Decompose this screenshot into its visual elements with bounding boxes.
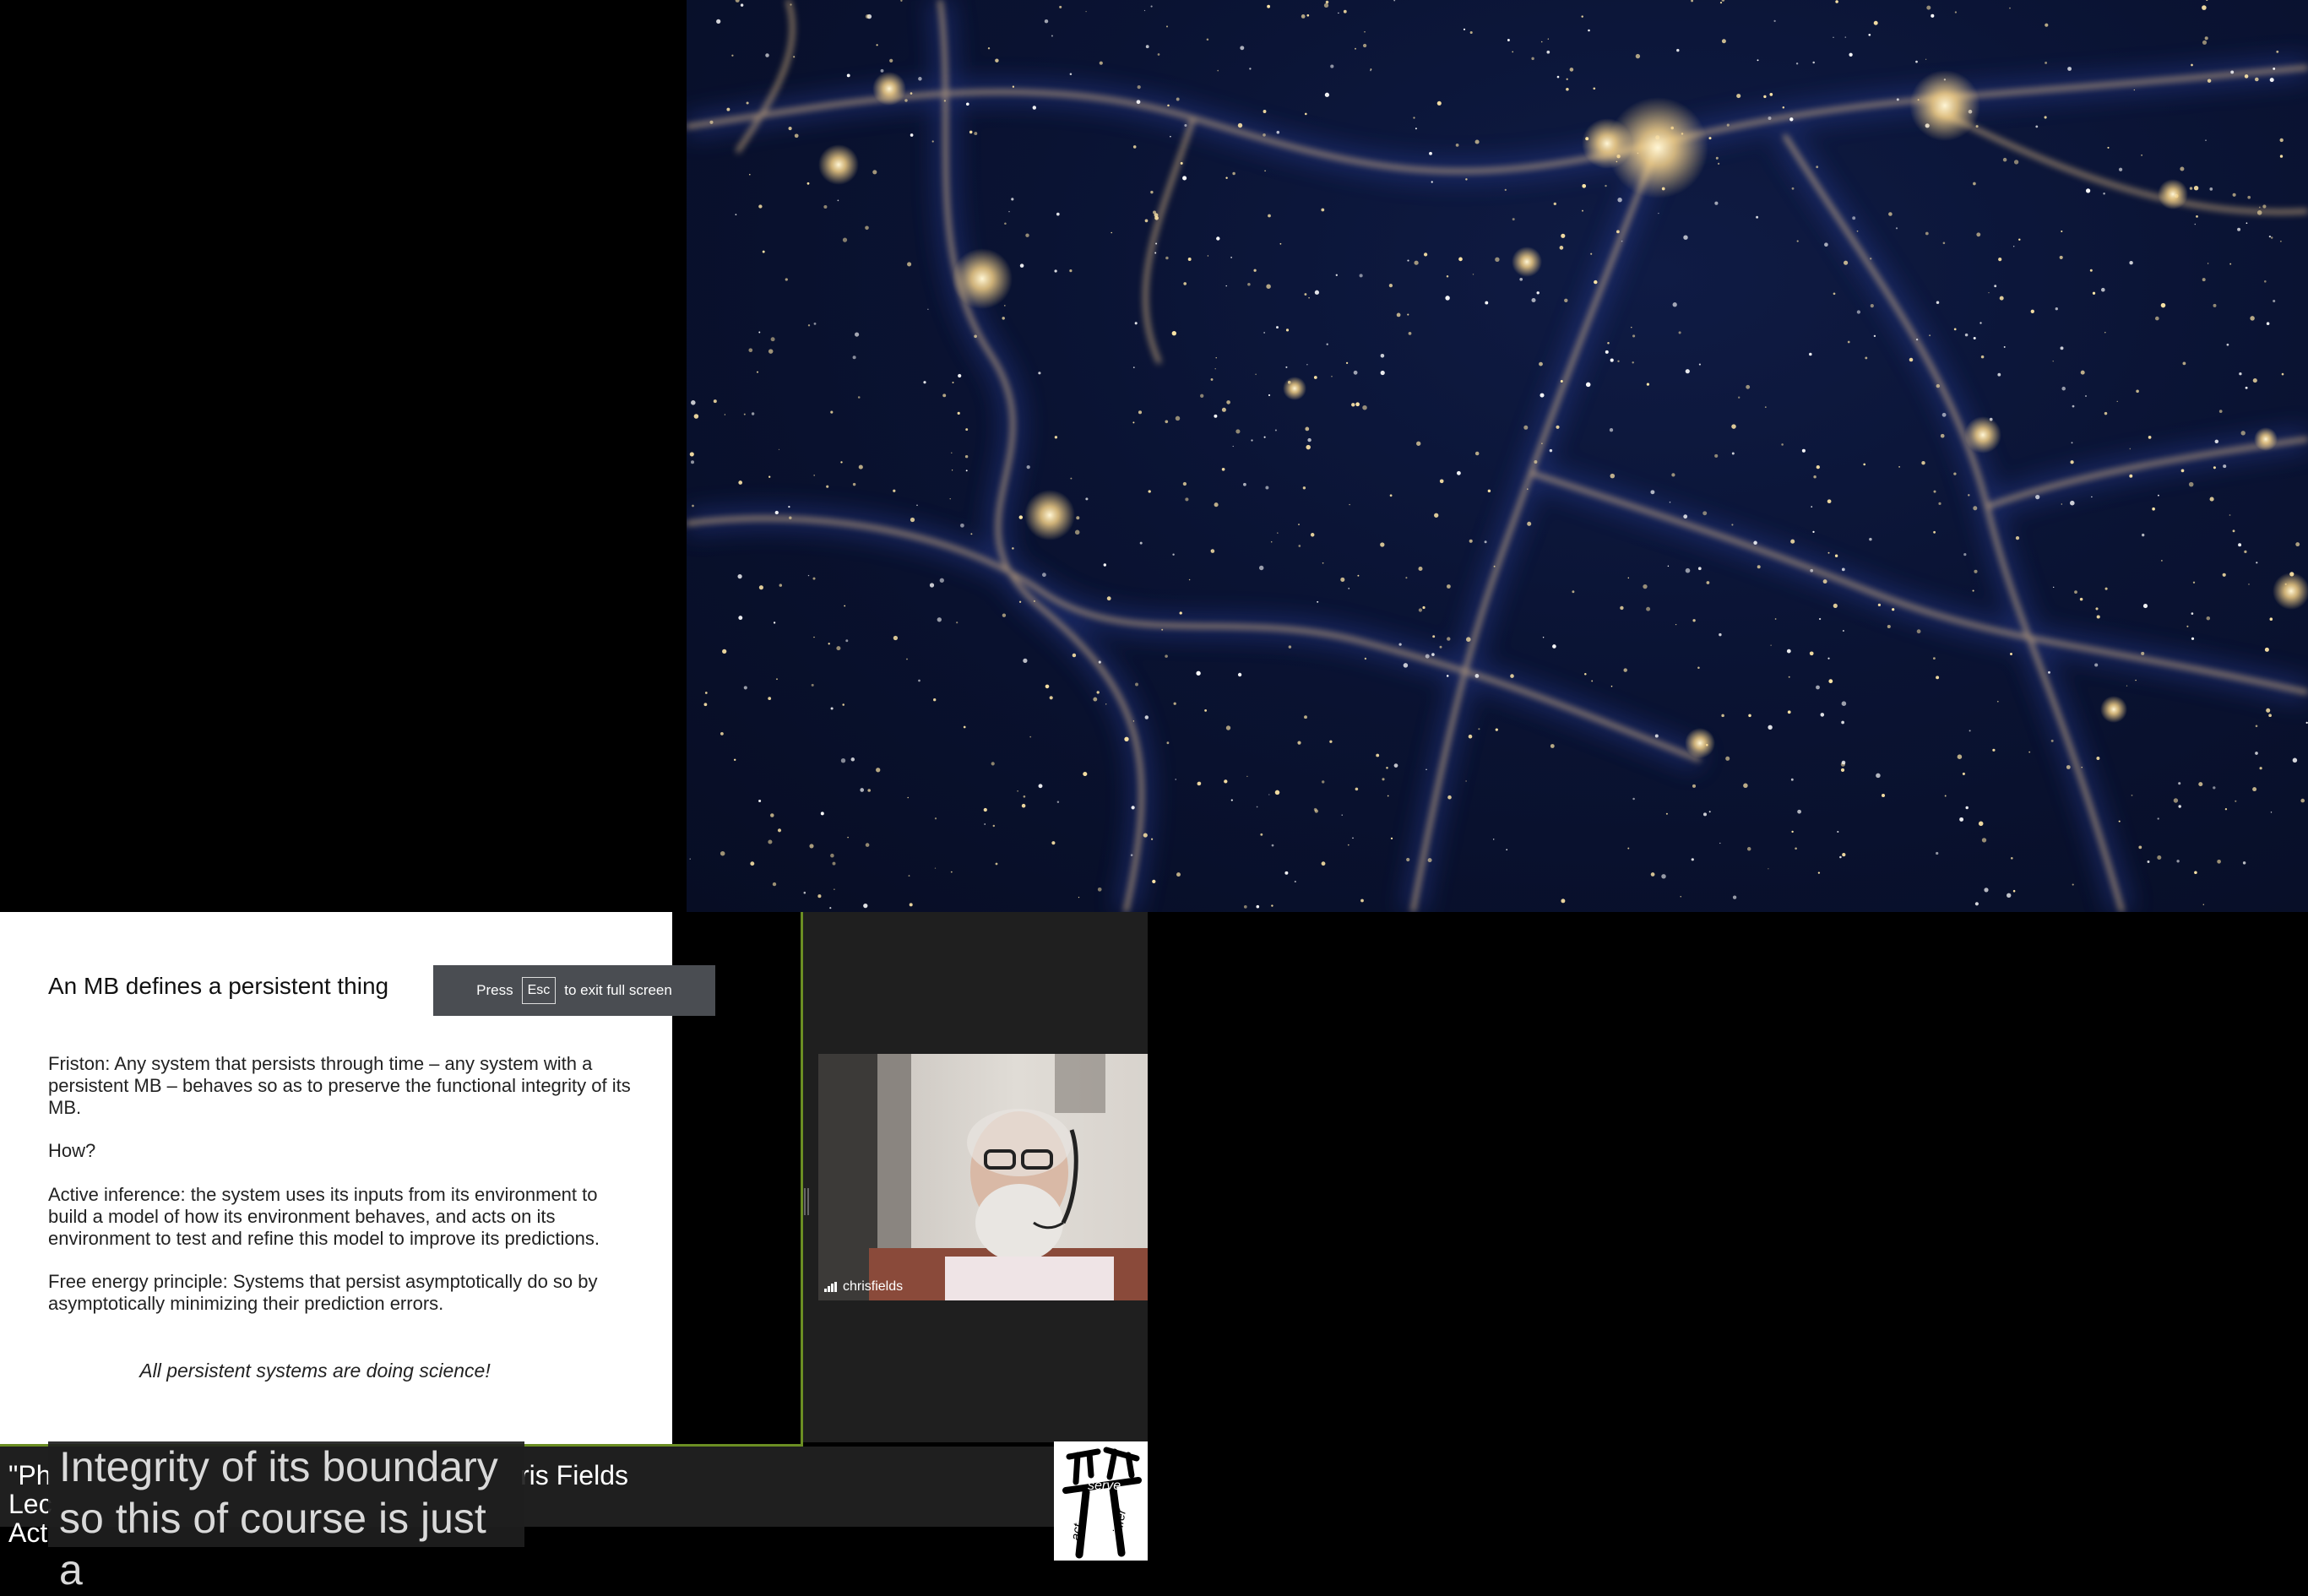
channel-logo: serve act infer bbox=[1054, 1441, 1148, 1561]
live-captions: Integrity of its boundary so this of cou… bbox=[48, 1441, 524, 1593]
logo-text-serve: serve bbox=[1088, 1479, 1121, 1493]
participant-video-frame bbox=[818, 1054, 1148, 1300]
slide-emphasis: All persistent systems are doing science… bbox=[139, 1360, 491, 1382]
caption-line-1: Integrity of its boundary bbox=[59, 1443, 498, 1490]
slide-paragraph-friston: Friston: Any system that persists throug… bbox=[48, 1053, 631, 1118]
slide-paragraph-free-energy: Free energy principle: Systems that pers… bbox=[48, 1271, 598, 1314]
slide-paragraph-how: How? bbox=[48, 1140, 96, 1161]
caption-line-2: so this of course is just a bbox=[59, 1495, 486, 1593]
participant-name-tag: chrisfields bbox=[824, 1279, 903, 1295]
stream-title-line1-tail: ris Fields bbox=[519, 1460, 628, 1490]
slide-paragraph-active-inference: Active inference: the system uses its in… bbox=[48, 1184, 600, 1249]
cosmic-web-filaments bbox=[687, 0, 2308, 912]
logo-text-act: act bbox=[1068, 1522, 1085, 1541]
participant-name: chrisfields bbox=[843, 1279, 904, 1294]
participant-video[interactable] bbox=[818, 1054, 1148, 1300]
hint-prefix: Press bbox=[476, 982, 513, 998]
slide-title: An MB defines a persistent thing bbox=[48, 973, 389, 999]
panel-resize-handle[interactable] bbox=[804, 1188, 811, 1215]
stream-title-line1: "Ph bbox=[8, 1460, 52, 1490]
signal-strength-icon bbox=[824, 1282, 837, 1292]
esc-key-badge: Esc bbox=[521, 977, 557, 1004]
exit-fullscreen-hint: Press Esc to exit full screen bbox=[433, 965, 715, 1016]
cosmic-web-image bbox=[687, 0, 2308, 912]
active-inference-pi-logo: serve act infer bbox=[1062, 1447, 1142, 1559]
hint-suffix: to exit full screen bbox=[564, 982, 672, 998]
